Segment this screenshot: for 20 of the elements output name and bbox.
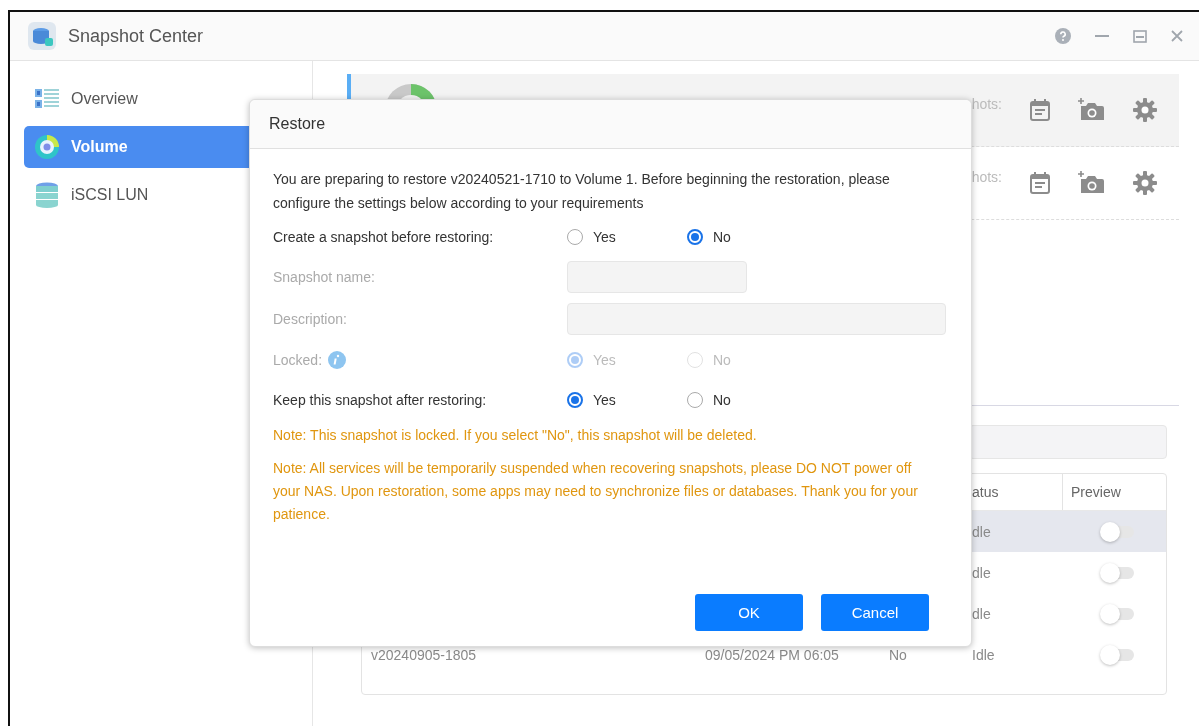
table-cell: dle — [972, 523, 991, 540]
field-label: Create a snapshot before restoring: — [273, 229, 494, 245]
table-cell: Idle — [972, 646, 995, 663]
table-cell: dle — [972, 564, 991, 581]
table-cell: v20240905-1805 — [371, 646, 477, 663]
warning-note: Note: All services will be temporarily suspended when recovering snapshots, please DO NOT power off your NAS. Upon restoration, some apps may need to synchronize files or databases. Thank you for your patience. — [273, 459, 918, 524]
snapshot-count-label: hots: — [971, 96, 1002, 112]
field-label: Locked: — [273, 352, 323, 368]
table-cell: dle — [972, 605, 991, 622]
table-cell: No — [889, 646, 907, 663]
warning-note: Note: This snapshot is locked. If you select "No", this snapshot will be deleted. — [273, 426, 758, 445]
dialog-message: You are preparing to restore v20240521-1710 to Volume 1. Before beginning the restoration, please configure the settings below according to your requirements — [273, 170, 891, 213]
field-label: Keep this snapshot after restoring: — [273, 392, 487, 408]
window-title: Snapshot Center — [68, 25, 204, 47]
field-label: Snapshot name: — [273, 269, 375, 285]
column-header: Preview — [1071, 484, 1121, 500]
field-label: Description: — [273, 310, 347, 327]
snapshot-count-label: hots: — [971, 169, 1002, 185]
column-header: atus — [972, 484, 999, 500]
table-cell: 09/05/2024 PM 06:05 — [705, 646, 839, 663]
